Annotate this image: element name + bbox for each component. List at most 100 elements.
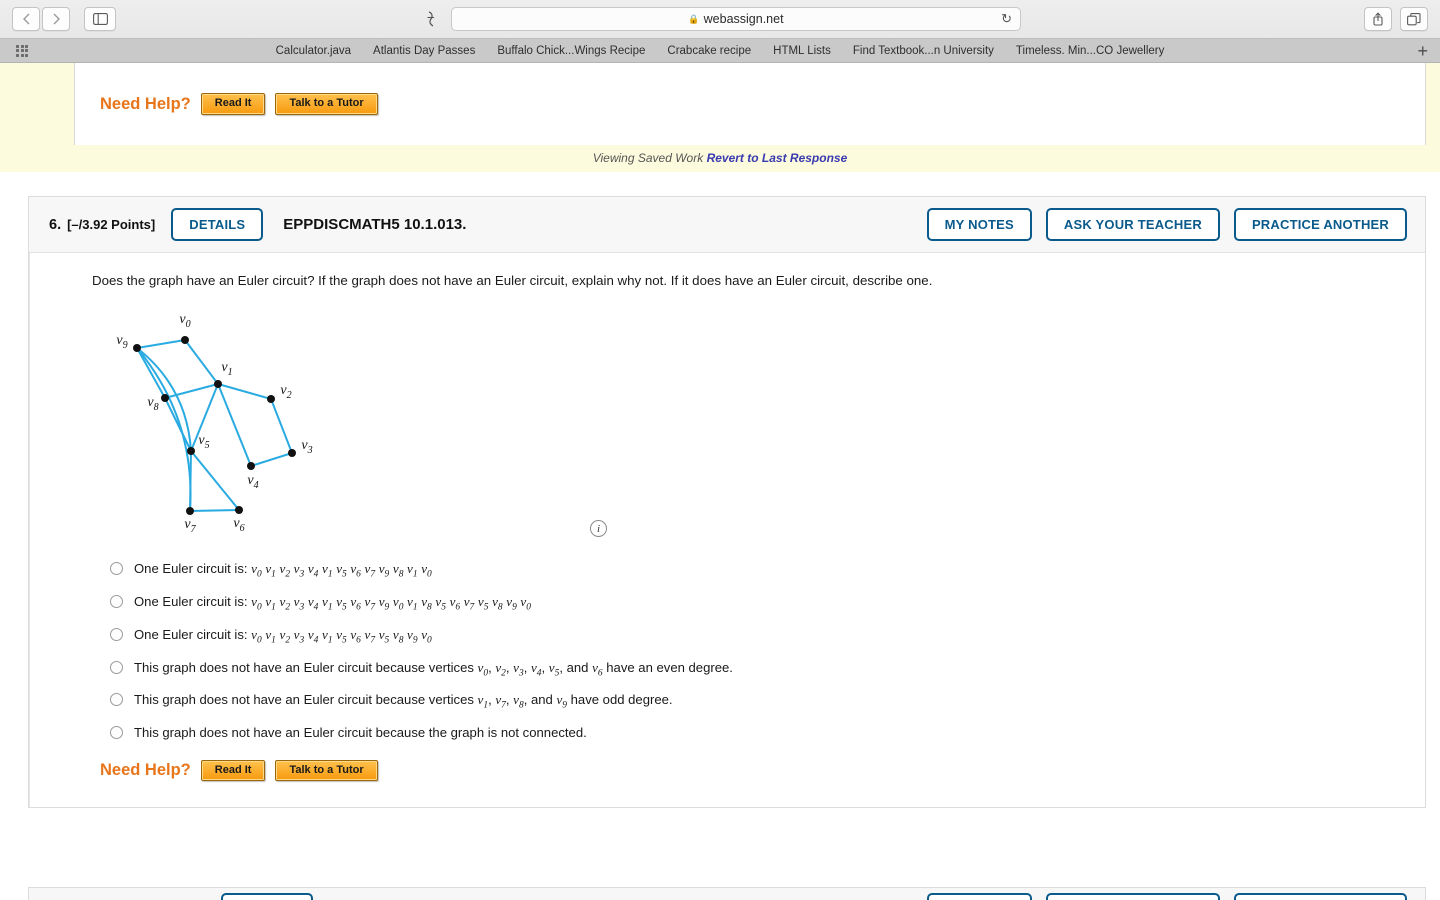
vertex-label: v0: [251, 626, 262, 646]
answer-choice[interactable]: This graph does not have an Euler circui…: [92, 685, 1405, 718]
ask-your-teacher-button[interactable]: ASK YOUR TEACHER: [1045, 208, 1220, 241]
graph-node-v7: [186, 507, 194, 516]
back-button[interactable]: [12, 7, 40, 31]
bookmarks-bar: Calculator.java Atlantis Day Passes Buff…: [0, 38, 1440, 62]
graph-node-v5: [187, 447, 195, 456]
graph-edge-v4-v1: [217, 383, 252, 467]
answer-choice[interactable]: This graph does not have an Euler circui…: [92, 718, 1405, 750]
answer-choice[interactable]: This graph does not have an Euler circui…: [92, 653, 1405, 686]
graph-edge-v0-v1: [184, 339, 219, 385]
saved-work-block: Need Help? Read It Talk to a Tutor Viewi…: [0, 63, 1440, 172]
graph-node-label-v7: v7: [184, 517, 196, 535]
next-question-actions: MY NOTES ASK YOUR TEACHER PRACTICE ANOTH…: [926, 893, 1407, 900]
vertex-label: v4: [307, 626, 319, 646]
read-it-button[interactable]: Read It: [200, 760, 266, 782]
new-tab-button[interactable]: +: [1417, 42, 1432, 60]
vertex-label: v5: [336, 594, 347, 613]
reload-icon[interactable]: ↻: [1001, 11, 1012, 27]
browser-chrome: 🔒 webassign.net ↻ Calculator.java Atlant…: [0, 0, 1440, 63]
address-bar[interactable]: 🔒 webassign.net ↻: [451, 7, 1021, 31]
reader-view-button[interactable]: [419, 7, 445, 31]
vertex-label: v1: [322, 626, 333, 646]
details-button[interactable]: DETAILS: [221, 893, 314, 900]
reader-view-icon: [427, 11, 434, 27]
graph-node-label-v1: v1: [221, 360, 232, 378]
graph-node-label-v6: v6: [233, 516, 244, 534]
graph-diagram-wrap: v0 v1 v2 v3 v4 v5 v6 v7 v8 v9 i: [92, 302, 1405, 552]
vertex-label: v0: [251, 561, 262, 580]
graph-node-v9: [133, 344, 141, 353]
vertex-label: v6: [350, 561, 361, 580]
practice-another-button[interactable]: PRACTICE ANOTHER: [1233, 893, 1407, 900]
vertex-label: v7: [364, 561, 376, 580]
graph-node-label-v5: v5: [198, 433, 209, 451]
bookmark-item[interactable]: Buffalo Chick...Wings Recipe: [497, 45, 645, 57]
answer-choice-label: This graph does not have an Euler circui…: [134, 692, 673, 711]
graph-node-v6: [235, 506, 243, 515]
vertex-label: v1: [322, 561, 333, 580]
answer-choice-label: One Euler circuit is: v0 v1 v2 v3 v4 v1 …: [134, 594, 531, 613]
answer-choice-label: One Euler circuit is: v0 v1 v2 v3 v4 v1 …: [134, 626, 432, 646]
question-body: Does the graph have an Euler circuit? If…: [29, 253, 1425, 808]
my-notes-button[interactable]: MY NOTES: [926, 208, 1032, 241]
vertex-label: v0: [477, 659, 489, 679]
bookmark-item[interactable]: HTML Lists: [773, 45, 831, 57]
back-chevron-icon: [22, 13, 29, 25]
vertex-label: v8: [513, 692, 524, 711]
navigation-buttons: [12, 7, 70, 31]
graph-node-label-v2: v2: [280, 383, 291, 401]
radio-choice-4[interactable]: [110, 660, 123, 674]
question-card: 6. [–/3.92 Points] DETAILS EPPDISCMATH5 …: [28, 196, 1426, 809]
vertex-label: v0: [421, 626, 432, 646]
answer-choice[interactable]: One Euler circuit is: v0 v1 v2 v3 v4 v1 …: [92, 554, 1405, 587]
radio-choice-3[interactable]: [110, 627, 123, 641]
need-help-group-top: Need Help? Read It Talk to a Tutor: [75, 93, 378, 115]
graph-node-label-v9: v9: [116, 333, 127, 351]
graph-node-v2: [267, 395, 275, 404]
viewing-saved-work-text: Viewing Saved Work: [592, 151, 704, 165]
forward-button[interactable]: [42, 7, 70, 31]
address-bar-url: webassign.net: [703, 12, 784, 26]
vertex-label: v4: [530, 659, 542, 679]
ask-your-teacher-button[interactable]: ASK YOUR TEACHER: [1045, 893, 1220, 900]
bookmark-item[interactable]: Find Textbook...n University: [853, 45, 994, 57]
vertex-label: v7: [364, 626, 376, 646]
graph-node-v0: [181, 336, 189, 345]
vertex-label: v8: [492, 594, 503, 613]
question-prompt: Does the graph have an Euler circuit? If…: [92, 273, 933, 288]
graph-node-label-v8: v8: [147, 395, 158, 413]
bookmark-item[interactable]: Calculator.java: [276, 45, 351, 57]
question-actions: MY NOTES ASK YOUR TEACHER PRACTICE ANOTH…: [926, 208, 1407, 241]
vertex-label: v1: [322, 594, 333, 613]
sidebar-toggle-icon: [92, 13, 108, 25]
talk-to-a-tutor-button[interactable]: Talk to a Tutor: [275, 93, 378, 115]
practice-another-button[interactable]: PRACTICE ANOTHER: [1233, 208, 1407, 241]
answer-choices: One Euler circuit is: v0 v1 v2 v3 v4 v1 …: [92, 554, 1405, 750]
details-button[interactable]: DETAILS: [171, 208, 264, 241]
bookmark-item[interactable]: Timeless. Min...CO Jewellery: [1016, 45, 1164, 57]
sidebar-toggle-button[interactable]: [84, 7, 116, 31]
radio-choice-1[interactable]: [110, 562, 123, 576]
need-help-label: Need Help?: [100, 94, 191, 113]
browser-toolbar: 🔒 webassign.net ↻: [0, 0, 1440, 38]
radio-choice-6[interactable]: [110, 726, 123, 740]
my-notes-button[interactable]: MY NOTES: [926, 893, 1032, 900]
vertex-label: v3: [293, 561, 305, 580]
vertex-label: v1: [407, 561, 418, 580]
vertex-label: v7: [364, 594, 376, 613]
tab-overview-button[interactable]: [1400, 7, 1428, 31]
radio-choice-5[interactable]: [110, 693, 123, 707]
revert-to-last-response-link[interactable]: Revert to Last Response: [707, 151, 848, 165]
read-it-button[interactable]: Read It: [200, 93, 266, 115]
bookmark-item[interactable]: Crabcake recipe: [667, 45, 751, 57]
talk-to-a-tutor-button[interactable]: Talk to a Tutor: [275, 760, 378, 782]
share-button[interactable]: [1364, 7, 1392, 31]
bookmark-item[interactable]: Atlantis Day Passes: [373, 45, 475, 57]
euler-graph-diagram: v0 v1 v2 v3 v4 v5 v6 v7 v8 v9: [116, 312, 312, 535]
app-grid-icon[interactable]: [16, 44, 28, 57]
graph-node-label-v4: v4: [247, 473, 258, 491]
vertex-label: v7: [495, 692, 506, 711]
answer-choice[interactable]: One Euler circuit is: v0 v1 v2 v3 v4 v1 …: [92, 620, 1405, 653]
radio-choice-2[interactable]: [110, 595, 123, 609]
answer-choice[interactable]: One Euler circuit is: v0 v1 v2 v3 v4 v1 …: [92, 587, 1405, 620]
